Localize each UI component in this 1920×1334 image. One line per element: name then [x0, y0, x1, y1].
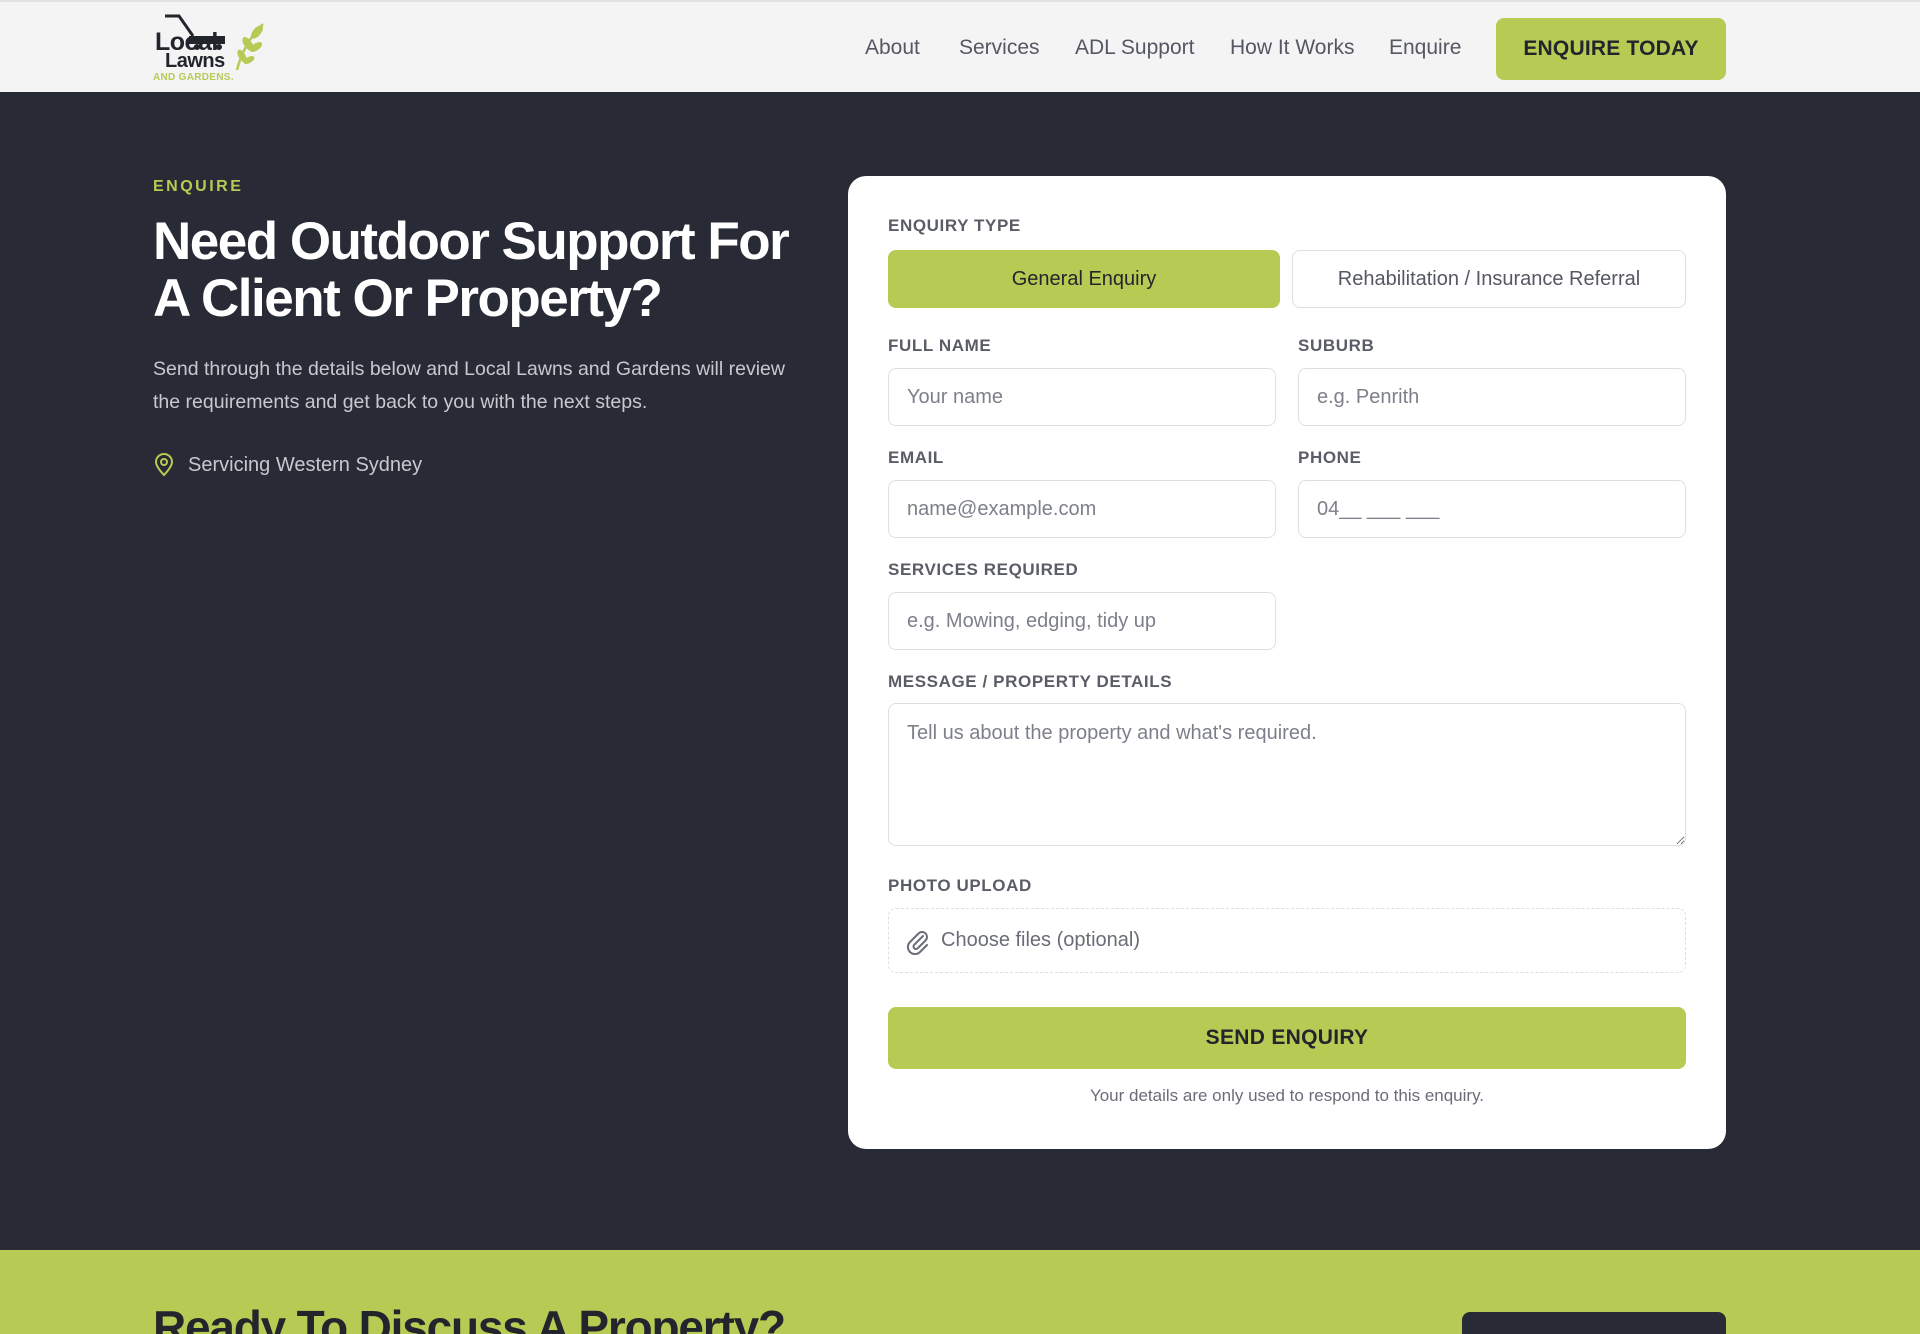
phone-label: PHONE: [1298, 448, 1362, 467]
suburb-input[interactable]: [1298, 368, 1686, 426]
upload-text: Choose files (optional): [941, 929, 1140, 951]
email-field[interactable]: [888, 480, 1276, 538]
nav-about[interactable]: About: [865, 36, 920, 60]
phone-input[interactable]: [1298, 480, 1686, 538]
services-required-label: SERVICES REQUIRED: [888, 560, 1079, 579]
page-title: Need Outdoor Support For A Client Or Pro…: [153, 212, 790, 328]
suburb-label: SUBURB: [1298, 336, 1375, 355]
nav-how-it-works[interactable]: How It Works: [1230, 36, 1354, 60]
privacy-note: Your details are only used to respond to…: [1089, 1086, 1485, 1105]
leaf-icon: [235, 23, 264, 71]
logo-text-lawns: Lawns: [165, 50, 225, 72]
service-area: Servicing Western Sydney: [188, 454, 423, 476]
logo-text-gardens: AND GARDENS.: [153, 72, 234, 83]
services-required-input[interactable]: [888, 592, 1276, 650]
tab-general-enquiry[interactable]: General Enquiry: [888, 250, 1280, 308]
cta-button[interactable]: [1462, 1312, 1726, 1334]
photo-upload-label: PHOTO UPLOAD: [888, 876, 1032, 895]
enquiry-form: ENQUIRY TYPE General Enquiry Rehabilitat…: [848, 176, 1726, 1149]
cta-band: Ready To Discuss A Property?: [0, 1250, 1920, 1334]
tab-rehabilitation-referral[interactable]: Rehabilitation / Insurance Referral: [1292, 250, 1686, 308]
photo-upload-dropzone[interactable]: Choose files (optional): [888, 908, 1686, 973]
enquire-today-button[interactable]: ENQUIRE TODAY: [1496, 18, 1726, 80]
nav-enquire[interactable]: Enquire: [1389, 36, 1461, 60]
send-enquiry-button[interactable]: SEND ENQUIRY: [888, 1007, 1686, 1069]
email-label: EMAIL: [888, 448, 944, 467]
page-subtitle: Send through the details below and Local…: [153, 358, 785, 413]
section-eyebrow: ENQUIRE: [153, 178, 244, 195]
message-textarea[interactable]: [888, 703, 1686, 846]
enquiry-type-label: ENQUIRY TYPE: [888, 216, 1021, 235]
map-pin-icon: [154, 453, 174, 477]
cta-title: Ready To Discuss A Property?: [153, 1301, 786, 1334]
paperclip-icon: [906, 931, 928, 955]
full-name-label: FULL NAME: [888, 336, 992, 355]
site-header: Local Lawns AND GARDENS. About Services …: [0, 0, 1920, 92]
message-label: MESSAGE / PROPERTY DETAILS: [888, 672, 1173, 691]
logo[interactable]: Local Lawns AND GARDENS.: [153, 14, 268, 86]
full-name-input[interactable]: [888, 368, 1276, 426]
nav-services[interactable]: Services: [959, 36, 1040, 60]
nav-adl-support[interactable]: ADL Support: [1075, 36, 1194, 60]
